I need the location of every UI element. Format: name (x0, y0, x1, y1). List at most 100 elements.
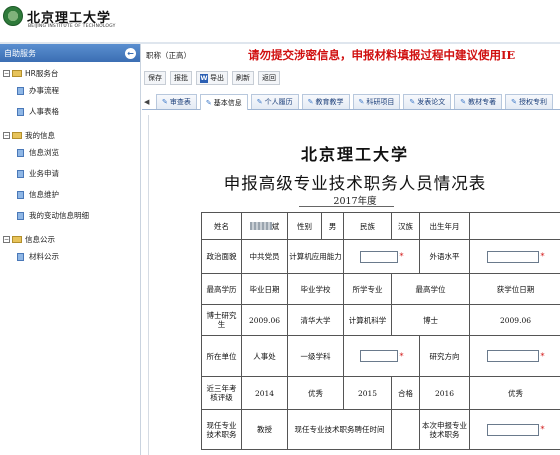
eval-year-2: 2015 (343, 376, 392, 410)
refresh-button[interactable]: 刷新 (232, 71, 254, 85)
foreign-language-input[interactable] (486, 250, 539, 263)
computer-label: 计算机应用能力 (287, 239, 344, 274)
collapse-icon[interactable]: − (3, 131, 10, 139)
sidebar-item-label: 业务申请 (29, 169, 59, 178)
export-button[interactable]: W 导出 (196, 71, 228, 85)
discipline-field-cell: * (343, 335, 420, 377)
phd-degree-date: 2009.06 (469, 304, 560, 336)
degree-date-header: 获学位日期 (469, 273, 560, 305)
major-header: 所学专业 (343, 273, 392, 305)
edit-icon: ✎ (358, 98, 365, 106)
university-logo-english: BEIJING INSTITUTE OF TECHNOLOGY (28, 24, 116, 29)
edit-icon: ✎ (205, 98, 212, 107)
eval-year-1: 2014 (241, 376, 288, 410)
title-row: 职称（正高） 请勿提交涉密信息，申报材料填报过程中建议使用IE (142, 44, 560, 66)
table-row: 政治面貌 中共党员 计算机应用能力 * 外语水平 * (201, 239, 560, 274)
required-mark: * (399, 252, 404, 261)
university-title: 北京理工大学 (300, 145, 409, 164)
role-label: 职称（正高） (146, 51, 191, 60)
required-mark: * (540, 252, 545, 261)
foreign-label: 外语水平 (419, 239, 470, 274)
toolbar: 保存 报批 W 导出 刷新 返回 (144, 71, 280, 85)
sidebar-item-label: 办事流程 (29, 86, 59, 95)
sidebar: 自助服务 ← − HR服务台 办事流程 人事表格 − 我的信息 信息浏览 业务申 (0, 44, 141, 455)
birth-value (469, 212, 560, 240)
nav-group-label: HR服务台 (25, 68, 59, 78)
sidebar-item-browse[interactable]: 信息浏览 (0, 142, 140, 163)
tab-textbooks[interactable]: ✎ 教材专著 (454, 94, 503, 109)
unit-value: 人事处 (241, 335, 288, 377)
table-row: 姓名 斌 性别 男 民族 汉族 出生年月 (201, 212, 560, 240)
edu-label: 最高学历 (201, 273, 242, 305)
ethnic-label: 民族 (343, 212, 392, 240)
current-title-value: 教授 (241, 409, 288, 450)
main-panel: 职称（正高） 请勿提交涉密信息，申报材料填报过程中建议使用IE 保存 报批 W导… (142, 44, 560, 455)
application-form-table: 姓名 斌 性别 男 民族 汉族 出生年月 政治面貌 中共党员 计算机应用能力 *… (201, 212, 560, 450)
nav-group-label: 信息公示 (25, 234, 55, 244)
eval-result-1: 优秀 (287, 376, 344, 410)
sidebar-item-process[interactable]: 办事流程 (0, 80, 140, 101)
collapse-icon[interactable]: − (3, 69, 10, 77)
scroll-left-icon[interactable]: ◀ (144, 98, 149, 106)
nav-group-my-info[interactable]: − 我的信息 (0, 128, 140, 142)
table-row: 近三年考核评级 2014 优秀 2015 合格 2016 优秀 (201, 376, 560, 410)
university-seal-icon (3, 6, 23, 26)
tab-resume[interactable]: ✎ 个人履历 (250, 94, 299, 109)
nav-group-hr-service[interactable]: − HR服务台 (0, 66, 140, 80)
computer-skill-input[interactable] (359, 250, 398, 263)
document-icon (17, 107, 24, 116)
submit-button[interactable]: 报批 (170, 71, 192, 85)
phd-date: 2009.06 (241, 304, 288, 336)
phd-label: 博士研究生 (201, 304, 242, 336)
sidebar-nav: − HR服务台 办事流程 人事表格 − 我的信息 信息浏览 业务申请 信息维护 … (0, 62, 140, 267)
tab-papers[interactable]: ✎ 发表论文 (403, 94, 452, 109)
sidebar-header: 自助服务 ← (0, 44, 140, 62)
form-title: 申报高级专业技术职务人员情况表 (223, 174, 487, 193)
nav-group-public-notice[interactable]: − 信息公示 (0, 232, 140, 246)
folder-icon (12, 235, 22, 243)
tab-teaching[interactable]: ✎ 教育教学 (301, 94, 350, 109)
research-direction-input[interactable] (486, 350, 539, 362)
folder-icon (12, 69, 22, 77)
collapse-sidebar-icon[interactable]: ← (125, 47, 136, 59)
back-button[interactable]: 返回 (258, 71, 280, 85)
sidebar-item-changes[interactable]: 我的变动信息明细 (0, 205, 140, 226)
form-area: 北京理工大学 申报高级专业技术职务人员情况表 2017年度 姓名 斌 性别 男 … (148, 115, 560, 455)
nav-group-label: 我的信息 (25, 130, 55, 140)
tab-research[interactable]: ✎ 科研项目 (352, 94, 401, 109)
phd-school: 清华大学 (287, 304, 344, 336)
tab-basic-info[interactable]: ✎ 基本信息 (199, 94, 248, 110)
document-icon (17, 148, 24, 157)
save-button[interactable]: 保存 (144, 71, 166, 85)
sidebar-item-maintain[interactable]: 信息维护 (0, 184, 140, 205)
table-row: 所在单位 人事处 一级学科 * 研究方向 * (201, 335, 560, 377)
sidebar-item-materials[interactable]: 材料公示 (0, 246, 140, 267)
appoint-time-value (391, 409, 420, 450)
apply-title-input[interactable] (486, 423, 539, 436)
folder-icon (12, 131, 22, 139)
sidebar-item-apply[interactable]: 业务申请 (0, 163, 140, 184)
table-row: 现任专业技术职务 教授 现任专业技术职务聘任时间 本次申报专业技术职务 * (201, 409, 560, 450)
edit-icon: ✎ (162, 98, 168, 106)
sidebar-item-forms[interactable]: 人事表格 (0, 101, 140, 122)
politics-label: 政治面貌 (201, 239, 242, 274)
security-warning: 请勿提交涉密信息，申报材料填报过程中建议使用IE (248, 48, 516, 62)
collapse-icon[interactable]: − (3, 235, 10, 243)
document-icon (17, 252, 24, 261)
apply-title-label: 本次申报专业技术职务 (419, 409, 470, 450)
required-mark: * (399, 351, 404, 361)
phd-major: 计算机科学 (343, 304, 392, 336)
edit-icon: ✎ (256, 98, 263, 106)
required-mark: * (540, 351, 545, 361)
tab-patents[interactable]: ✎ 授权专利 (505, 94, 553, 109)
redacted-name (249, 222, 272, 230)
appoint-time-label: 现任专业技术职务聘任时间 (287, 409, 392, 450)
edit-icon: ✎ (409, 98, 416, 106)
discipline-input[interactable] (359, 350, 398, 362)
eval-year-3: 2016 (419, 376, 470, 410)
document-icon (17, 190, 24, 199)
tab-review-form[interactable]: ✎ 审查表 (156, 94, 197, 109)
ethnic-value: 汉族 (391, 212, 420, 240)
degree-header: 最高学位 (391, 273, 470, 305)
edit-icon: ✎ (460, 98, 467, 106)
